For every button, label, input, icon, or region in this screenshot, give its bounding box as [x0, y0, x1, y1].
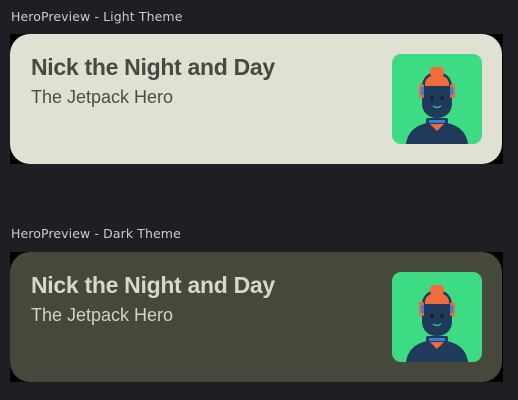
robot-hero-avatar-icon [392, 54, 482, 144]
preview-label-dark: HeroPreview - Dark Theme [11, 226, 181, 241]
hero-name: Nick the Night and Day [31, 54, 275, 80]
hero-title: The Jetpack Hero [31, 305, 174, 325]
robot-hero-avatar-icon [392, 272, 482, 362]
preview-frame-light: Nick the Night and Day The Jetpack Hero [10, 34, 503, 164]
hero-card-dark[interactable]: Nick the Night and Day The Jetpack Hero [10, 252, 502, 382]
preview-frame-dark: Nick the Night and Day The Jetpack Hero [10, 252, 503, 382]
hero-card-light[interactable]: Nick the Night and Day The Jetpack Hero [10, 34, 502, 164]
hero-name: Nick the Night and Day [31, 272, 275, 298]
hero-title: The Jetpack Hero [31, 87, 174, 107]
preview-label-light: HeroPreview - Light Theme [11, 9, 183, 24]
